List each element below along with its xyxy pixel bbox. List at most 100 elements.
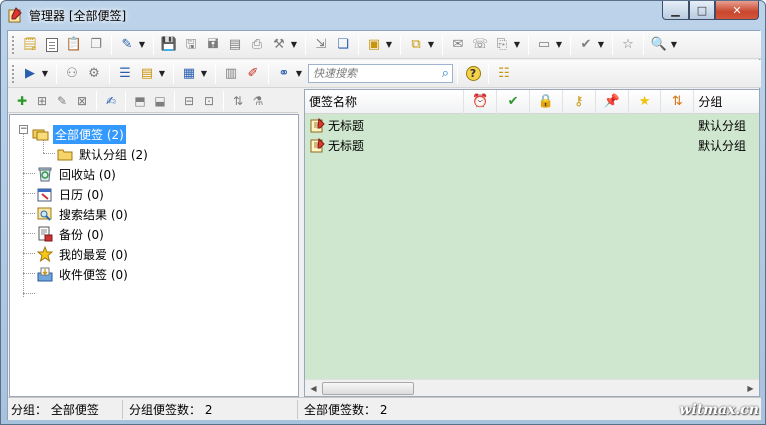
layers-dropdown-arrow[interactable]: ▼	[427, 35, 435, 55]
new-note-button[interactable]: 🗒	[20, 35, 40, 55]
search-icon[interactable]: ⌕	[442, 66, 449, 81]
delete-group-button[interactable]: ⊠	[73, 92, 91, 110]
view-button[interactable]: ▭	[534, 35, 554, 55]
tree-node-calendar[interactable]: 日历 (0)	[36, 185, 106, 203]
export-button[interactable]: ▤	[225, 35, 245, 55]
paste-button[interactable]: 📋	[64, 35, 84, 55]
rename-group-button[interactable]: ✎	[53, 92, 71, 110]
windows-button[interactable]: ❏	[333, 35, 353, 55]
tree-node-favorites[interactable]: 我的最爱 (0)	[36, 245, 130, 263]
users-button[interactable]: ⚇	[62, 64, 82, 84]
edit-dropdown-arrow[interactable]: ▼	[138, 35, 146, 55]
edit-button[interactable]: ✎	[117, 35, 137, 55]
save-as-button[interactable]: 🖫	[181, 35, 201, 55]
collapse-button[interactable]: ⊟	[180, 92, 198, 110]
tools-dropdown-arrow[interactable]: ▼	[290, 35, 298, 55]
new-group-button[interactable]: ✚	[13, 92, 31, 110]
play-button[interactable]: ▶	[20, 64, 40, 84]
group-properties-button[interactable]: ✍	[102, 92, 120, 110]
view-dropdown-arrow[interactable]: ▼	[555, 35, 563, 55]
tree-node-default-group[interactable]: 默认分组 (2)	[56, 145, 150, 163]
mail-button[interactable]: ✉	[448, 35, 468, 55]
help-button[interactable]: ?	[463, 64, 483, 84]
list-view-button[interactable]: ☰	[115, 64, 135, 84]
column-header-done[interactable]: ✔	[497, 89, 531, 114]
toolbar-grip[interactable]	[12, 64, 15, 83]
tools-button[interactable]: ⚒	[269, 35, 289, 55]
detail-view-button[interactable]: ▤	[137, 64, 157, 84]
minimize-button[interactable]: ▁	[662, 1, 689, 20]
grid-view-button[interactable]: ▦	[179, 64, 199, 84]
toolbar-grip[interactable]	[12, 35, 15, 54]
column-header-pinned[interactable]: 📌	[596, 89, 629, 114]
column-header-favorite[interactable]: ★	[629, 89, 662, 114]
layers-button[interactable]: ⧉	[406, 35, 426, 55]
tree-node-all-notes[interactable]: 全部便签 (2)	[32, 124, 126, 144]
settings-button[interactable]: ⚙	[84, 64, 104, 84]
highlight-button[interactable]: ✐	[243, 64, 263, 84]
find-button[interactable]: 🔍	[649, 35, 669, 55]
tree-node-recycle-bin[interactable]: 回收站 (0)	[36, 165, 118, 183]
play-icon: ▶	[25, 66, 35, 81]
favorite-button[interactable]: ☆	[618, 35, 638, 55]
find-dropdown-arrow[interactable]: ▼	[670, 35, 678, 55]
box-dropdown-arrow[interactable]: ▼	[385, 35, 393, 55]
note-icon	[309, 117, 325, 133]
column-header-key[interactable]: ⚷	[563, 89, 596, 114]
duplicate-button[interactable]: ❐	[86, 35, 106, 55]
sort-button[interactable]: ⇅	[229, 92, 247, 110]
phone-button[interactable]: ☏	[470, 35, 490, 55]
tree-node-backup[interactable]: 备份 (0)	[36, 225, 106, 243]
column-header-locked[interactable]: 🔒	[530, 89, 563, 114]
tree-node-search-results[interactable]: 搜索结果 (0)	[36, 205, 130, 223]
binoculars-icon: ⚭	[278, 66, 290, 81]
quick-search-box[interactable]: ⌕	[308, 64, 453, 83]
horizontal-scrollbar[interactable]: ◀ ▶	[305, 379, 759, 396]
new-subgroup-button[interactable]: ⊞	[33, 92, 51, 110]
check-button[interactable]: ✔	[576, 35, 596, 55]
filter-button[interactable]: ⚗	[249, 92, 267, 110]
table-row[interactable]: 无标题 默认分组	[305, 115, 759, 135]
tree-connector	[23, 233, 35, 234]
column-header-group[interactable]: 分组	[694, 90, 759, 114]
tree-node-inbox[interactable]: 收件便签 (0)	[36, 265, 130, 283]
app-window: 管理器 [全部便签] ▁ □ ✕ 🗒 📋 ❐ ✎ ▼ 💾 🖫 🖬 ▤ ⎙ ⚒ ▼	[0, 0, 766, 425]
column-header-alarm[interactable]: ⏰	[464, 89, 498, 114]
phone-icon: ☏	[471, 37, 489, 52]
play-dropdown-arrow[interactable]: ▼	[41, 64, 49, 84]
copy-button[interactable]	[42, 35, 62, 55]
move-down-button[interactable]: ⬓	[151, 92, 169, 110]
scroll-right-button[interactable]: ▶	[742, 380, 759, 396]
notes-list[interactable]: 便签名称 ⏰ ✔ 🔒 ⚷ 📌 ★ ⇅ 分组 无标题 默认分组 无标题 默认分组 …	[304, 89, 760, 397]
binoculars-dropdown-arrow[interactable]: ▼	[295, 64, 303, 84]
save-button[interactable]: 💾	[159, 35, 179, 55]
status-group-count-text: 分组便签数： 2	[129, 402, 213, 417]
properties-button[interactable]: ▥	[221, 64, 241, 84]
group-tree[interactable]: − 全部便签 (2) 默认分组 (2) 回收站 (0) 日历 (0) 搜索结果 …	[9, 114, 299, 397]
title-bar[interactable]: 管理器 [全部便签] ▁ □ ✕	[1, 1, 765, 29]
toolbar-separator	[96, 90, 97, 111]
layout-button[interactable]: ☷	[494, 64, 514, 84]
scroll-thumb[interactable]	[322, 381, 414, 395]
tree-collapse-toggle[interactable]: −	[19, 125, 28, 134]
attach-dropdown-arrow[interactable]: ▼	[513, 35, 521, 55]
column-header-name[interactable]: 便签名称	[305, 89, 465, 114]
binoculars-button[interactable]: ⚭	[274, 64, 294, 84]
paste-icon: 📋	[65, 37, 83, 52]
table-row[interactable]: 无标题 默认分组	[305, 135, 759, 155]
quick-search-input[interactable]	[313, 65, 431, 82]
maximize-button[interactable]: □	[689, 1, 715, 20]
print-button[interactable]: ⎙	[247, 35, 267, 55]
open-button[interactable]: ⇲	[311, 35, 331, 55]
expand-button[interactable]: ⊡	[200, 92, 218, 110]
attach-button[interactable]: ⎘	[492, 35, 512, 55]
close-button[interactable]: ✕	[715, 1, 759, 20]
check-dropdown-arrow[interactable]: ▼	[597, 35, 605, 55]
scroll-left-button[interactable]: ◀	[305, 380, 322, 396]
detail-view-dropdown-arrow[interactable]: ▼	[158, 64, 166, 84]
grid-view-dropdown-arrow[interactable]: ▼	[200, 64, 208, 84]
move-up-button[interactable]: ⬒	[131, 92, 149, 110]
save-all-button[interactable]: 🖬	[203, 35, 223, 55]
column-header-priority[interactable]: ⇅	[661, 89, 695, 114]
box-button[interactable]: ▣	[364, 35, 384, 55]
